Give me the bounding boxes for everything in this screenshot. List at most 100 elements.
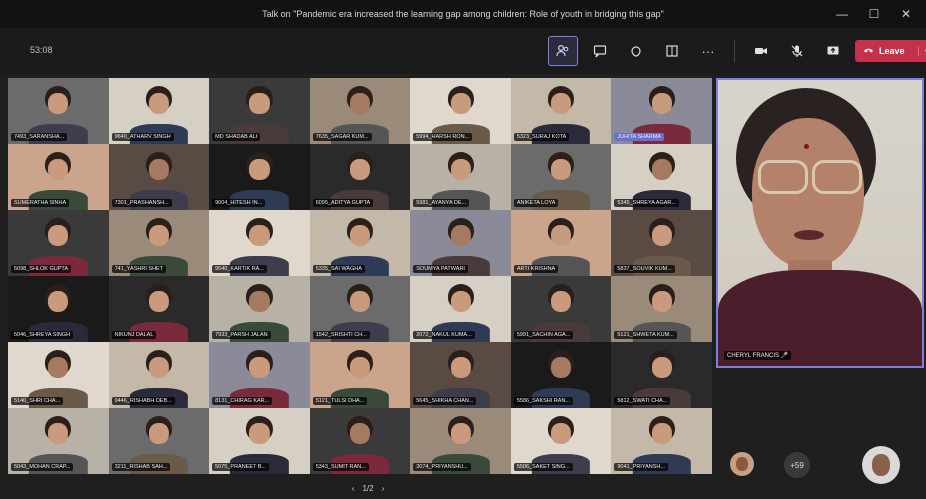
camera-icon[interactable] (747, 37, 775, 65)
mic-icon[interactable] (783, 37, 811, 65)
participant-tile[interactable]: SOUMYA PATWARI (410, 210, 511, 276)
participant-tile[interactable]: 5586_SAKSHI RAN... (510, 342, 612, 408)
participant-tile[interactable]: 5994_HARSH RON... (410, 78, 511, 144)
reactions-icon[interactable] (622, 37, 650, 65)
window-controls: — ☐ ✕ (826, 0, 922, 28)
participant-face (48, 290, 69, 312)
participant-name-tag: 3074_PRIYANSHU... (413, 463, 471, 471)
participant-tile[interactable]: 7301_PRASHANSH... (108, 144, 210, 210)
participant-tile[interactable]: 5345_SHREYA AGAR... (611, 144, 712, 210)
participant-tile[interactable]: 3074_PRIYANSHU... (410, 408, 511, 474)
participant-tile[interactable]: 5645_SHIKHA CHAN... (410, 342, 511, 408)
participant-face (651, 158, 672, 180)
pager-next-button[interactable]: › (382, 484, 385, 493)
participant-name-tag: 7933_PARSH JALAN (212, 331, 271, 339)
participant-tile[interactable]: 9004_HITESH IN... (209, 144, 310, 210)
participant-tile[interactable]: 5121_SHWETA KUM... (611, 276, 712, 342)
participant-tile[interactable]: 1542_SRISHTI CH... (309, 276, 411, 342)
participant-name-tag: 7301_PRASHANSH... (111, 199, 172, 207)
participant-tile[interactable]: 5991_SACHIN AGA... (510, 276, 612, 342)
participant-tile[interactable]: NIKUNJ DALAL (108, 276, 210, 342)
meeting-timer: 53:08 (30, 45, 53, 55)
self-view-thumbnail[interactable] (862, 446, 900, 484)
participant-face (349, 290, 371, 312)
breakout-rooms-icon[interactable] (658, 37, 686, 65)
participant-tile[interactable]: 8131_CHIRAG KAR... (209, 342, 310, 408)
share-screen-icon[interactable] (819, 37, 847, 65)
minimize-button[interactable]: — (826, 7, 858, 21)
participant-tile[interactable]: ANIKETA LOYA (510, 144, 612, 210)
leave-button[interactable]: Leave ▾ (855, 40, 926, 62)
participant-name-tag: 5335_SAI WAGHA (312, 265, 365, 273)
participant-tile[interactable]: 5323_SURAJ KOTA (510, 78, 612, 144)
phone-hangup-icon (863, 46, 874, 57)
more-participants-badge[interactable]: +59 (784, 452, 810, 478)
participant-face (551, 422, 572, 444)
participant-tile[interactable]: 5046_SHREYA SINGH (8, 276, 109, 342)
participant-face (249, 290, 270, 312)
chat-icon[interactable] (586, 37, 614, 65)
participant-name-tag: SOUMYA PATWARI (413, 265, 468, 273)
participant-tile[interactable]: 6095_ADITYA GUPTA (309, 144, 411, 210)
participant-face (148, 158, 169, 180)
participant-tile[interactable]: 5075_PRANEET B... (209, 408, 310, 474)
participant-tile[interactable]: 5335_SAI WAGHA (309, 210, 411, 276)
more-options-button[interactable]: ··· (694, 37, 722, 65)
participant-tile[interactable]: 5098_SHLOK GUPTA (8, 210, 109, 276)
participant-name-tag: MD SHADAB ALI (212, 133, 261, 141)
participant-face (249, 92, 270, 114)
participant-name-tag: 9540_KARTIK RA... (212, 265, 267, 273)
participant-name-tag: 5645_SHIKHA CHAN... (413, 397, 477, 405)
participant-face (551, 92, 572, 114)
participant-tile[interactable]: 9640_ATHARV SINGH (108, 78, 210, 144)
participant-tile[interactable]: 2072_NAKUL KUMA... (410, 276, 511, 342)
participant-name-tag: 9004_HITESH IN... (212, 199, 266, 207)
participant-tile[interactable]: 9446_RISHABH DEB... (108, 342, 210, 408)
participant-tile[interactable]: 5121_TULSI DHA... (309, 342, 411, 408)
participant-name-tag: JUHITA SHARMA (614, 133, 664, 141)
participant-tile[interactable]: 5812_SWATI CHA... (611, 342, 712, 408)
pager-prev-button[interactable]: ‹ (352, 484, 355, 493)
participant-tile[interactable]: 7493_SARANSHA... (8, 78, 109, 144)
participant-face (651, 92, 672, 114)
maximize-button[interactable]: ☐ (858, 7, 890, 21)
participant-tile[interactable]: 9540_KARTIK RA... (209, 210, 310, 276)
participant-tile[interactable]: 5981_AYANYA DE... (410, 144, 511, 210)
participant-tile[interactable]: 7933_PARSH JALAN (209, 276, 310, 342)
participant-tile[interactable]: ARTI KRISHNA (510, 210, 612, 276)
participant-name-tag: SUMERATHA SINHA (11, 199, 70, 207)
participant-tile[interactable]: 741_YASHRI SHET (108, 210, 210, 276)
participant-face (450, 290, 471, 312)
speaker-name-tag: CHERYL FRANCIS 🎤 (724, 351, 792, 360)
participant-tile[interactable]: 5043_MOHAN CRAP... (8, 408, 109, 474)
participant-name-tag: 5812_SWATI CHA... (614, 397, 671, 405)
chevron-down-icon[interactable]: ▾ (917, 46, 926, 56)
participant-tile[interactable]: 5343_SUMIT RAN... (309, 408, 411, 474)
participant-tile[interactable]: 3211_RISHAB SAH... (108, 408, 210, 474)
speaker-mouth (794, 230, 824, 240)
participant-tile[interactable]: 9041_PRIYANSH... (611, 408, 712, 474)
participant-tile[interactable]: 5837_SOUVIK KUM... (611, 210, 712, 276)
participant-face (651, 224, 672, 246)
leave-label: Leave (879, 46, 905, 56)
participant-face (48, 422, 69, 444)
participant-face (148, 224, 169, 246)
participant-tile[interactable]: JUHITA SHARMA (611, 78, 712, 144)
participant-tile[interactable]: SUMERATHA SINHA (8, 144, 109, 210)
participant-tile[interactable]: 7635_SAGAR KUM... (309, 78, 411, 144)
participant-tile[interactable]: 5506_SAKET SING... (510, 408, 612, 474)
active-speaker-video[interactable]: CHERYL FRANCIS 🎤 (716, 78, 924, 368)
people-icon[interactable] (548, 36, 578, 66)
toolbar-buttons: ··· Leave ▾ (548, 36, 926, 66)
close-button[interactable]: ✕ (890, 7, 922, 21)
participant-face (651, 422, 672, 444)
participant-face (349, 356, 371, 378)
participant-face (651, 290, 672, 312)
participant-face (551, 356, 572, 378)
participant-name-tag: 5991_SACHIN AGA... (513, 331, 574, 339)
speaker-glasses-right (812, 160, 862, 194)
participant-tile[interactable]: 5140_SHRI CHA... (8, 342, 109, 408)
participant-thumbnail[interactable] (730, 452, 754, 476)
participant-tile[interactable]: MD SHADAB ALI (209, 78, 310, 144)
title-bar: Talk on "Pandemic era increased the lear… (0, 0, 926, 28)
